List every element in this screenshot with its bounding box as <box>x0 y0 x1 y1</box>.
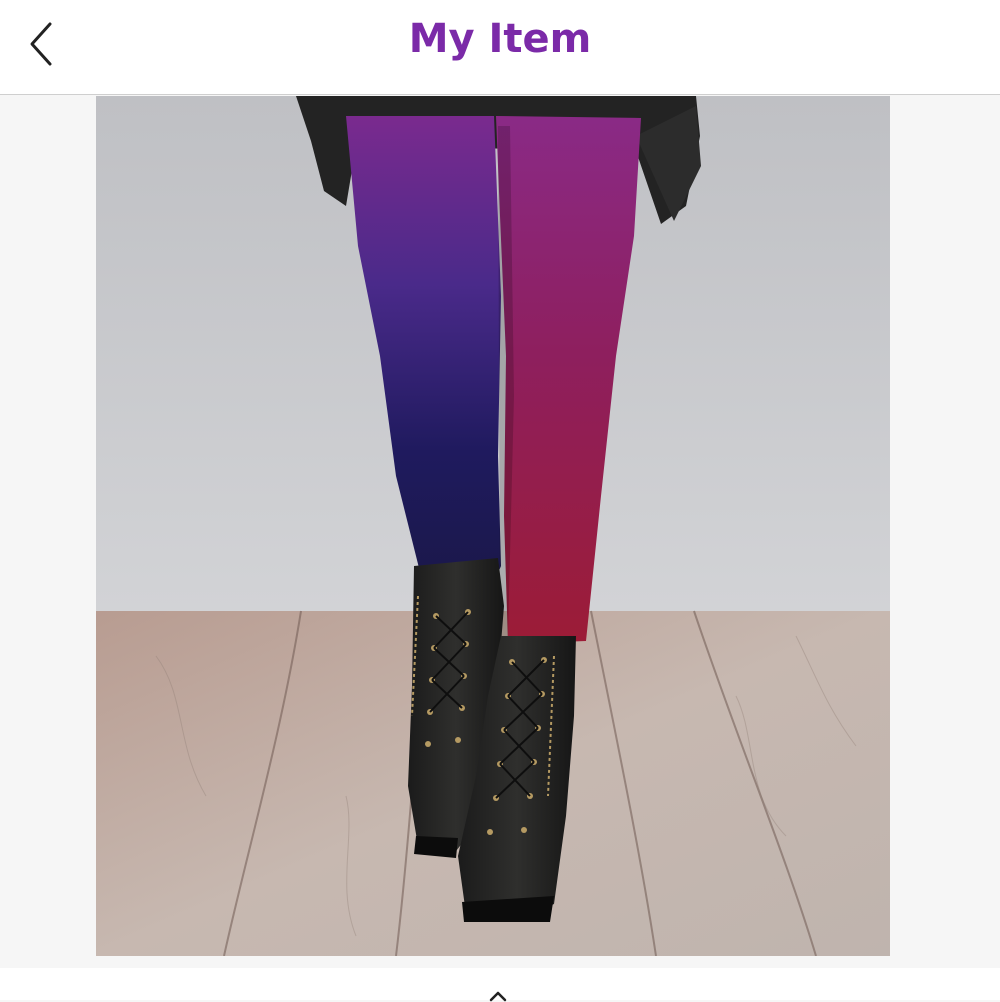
top-nav-bar: My Item <box>0 0 1000 95</box>
item-photo[interactable] <box>96 96 890 956</box>
share-icon[interactable] <box>486 990 510 1002</box>
page-title: My Item <box>408 16 592 62</box>
item-photo-illustration <box>96 96 890 956</box>
bottom-action-bar <box>0 968 1000 1002</box>
